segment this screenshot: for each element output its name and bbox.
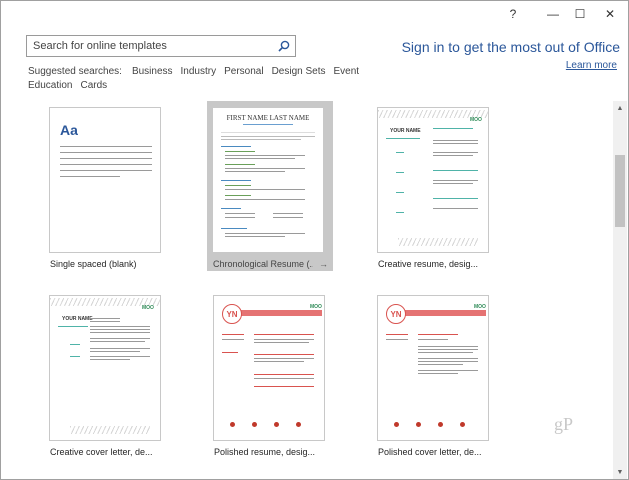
cover-name-text: YOUR NAME xyxy=(62,316,93,322)
suggested-cards[interactable]: Cards xyxy=(80,80,107,91)
template-thumbnail: YN MOO xyxy=(213,295,325,441)
template-tile-creative-cover-letter[interactable]: YOUR NAME MOO Creative cover letter, de.… xyxy=(44,289,186,459)
template-label: Creative resume, desig... xyxy=(378,259,479,269)
suggested-business[interactable]: Business xyxy=(132,66,173,77)
help-button[interactable]: ? xyxy=(493,1,533,27)
yn-monogram: YN xyxy=(222,304,242,324)
template-label: Single spaced (blank) xyxy=(50,259,137,269)
creative-name-text: YOUR NAME xyxy=(390,128,421,134)
scroll-thumb[interactable] xyxy=(615,155,625,227)
search-input[interactable] xyxy=(27,36,271,56)
template-tile-blank[interactable]: Aa Single spaced (blank) xyxy=(44,101,186,271)
learn-more-link[interactable]: Learn more xyxy=(566,60,617,71)
pin-icon[interactable]: → xyxy=(319,259,328,269)
template-thumbnail: Aa xyxy=(49,107,161,253)
signin-prompt[interactable]: Sign in to get the most out of Office xyxy=(402,39,620,55)
suggested-event[interactable]: Event xyxy=(334,66,360,77)
template-label: Chronological Resume (... xyxy=(213,259,313,269)
template-tile-creative-resume[interactable]: YOUR NAME MOO Creative resume, desig... xyxy=(372,101,514,271)
suggested-design-sets[interactable]: Design Sets xyxy=(272,66,326,77)
template-label: Polished cover letter, de... xyxy=(378,447,482,457)
template-tile-polished-cover-letter[interactable]: YN MOO Polished cover letter, de... xyxy=(372,289,514,459)
suggested-label: Suggested searches: xyxy=(28,66,122,77)
scroll-up-icon[interactable]: ▲ xyxy=(613,101,627,115)
search-button[interactable] xyxy=(273,36,295,56)
blank-aa-text: Aa xyxy=(60,122,78,138)
suggested-education[interactable]: Education xyxy=(28,80,72,91)
template-label: Creative cover letter, de... xyxy=(50,447,153,457)
template-tile-polished-resume[interactable]: YN MOO Polished resume, desig... xyxy=(208,289,350,459)
gallery-scrollbar[interactable]: ▲ ▼ xyxy=(613,101,627,479)
template-thumbnail: YOUR NAME MOO xyxy=(377,107,489,253)
suggested-searches: Suggested searches: Business Industry Perso… xyxy=(28,65,359,93)
template-label: Polished resume, desig... xyxy=(214,447,316,457)
yn-monogram: YN xyxy=(386,304,406,324)
template-thumbnail: YOUR NAME MOO xyxy=(49,295,161,441)
watermark: gP xyxy=(553,414,573,434)
template-thumbnail: YN MOO xyxy=(377,295,489,441)
search-icon xyxy=(278,40,290,52)
scroll-down-icon[interactable]: ▼ xyxy=(613,465,627,479)
suggested-industry[interactable]: Industry xyxy=(181,66,217,77)
template-gallery: Aa Single spaced (blank) FIRST NAME LAST… xyxy=(1,101,613,479)
search-box xyxy=(26,35,296,57)
suggested-personal[interactable]: Personal xyxy=(224,66,263,77)
close-button[interactable]: ✕ xyxy=(590,1,629,27)
resume-name-text: FIRST NAME LAST NAME xyxy=(226,114,310,122)
template-tile-chronological-resume[interactable]: FIRST NAME LAST NAME Chronological Resum… xyxy=(207,101,333,271)
template-thumbnail: FIRST NAME LAST NAME xyxy=(212,107,324,253)
